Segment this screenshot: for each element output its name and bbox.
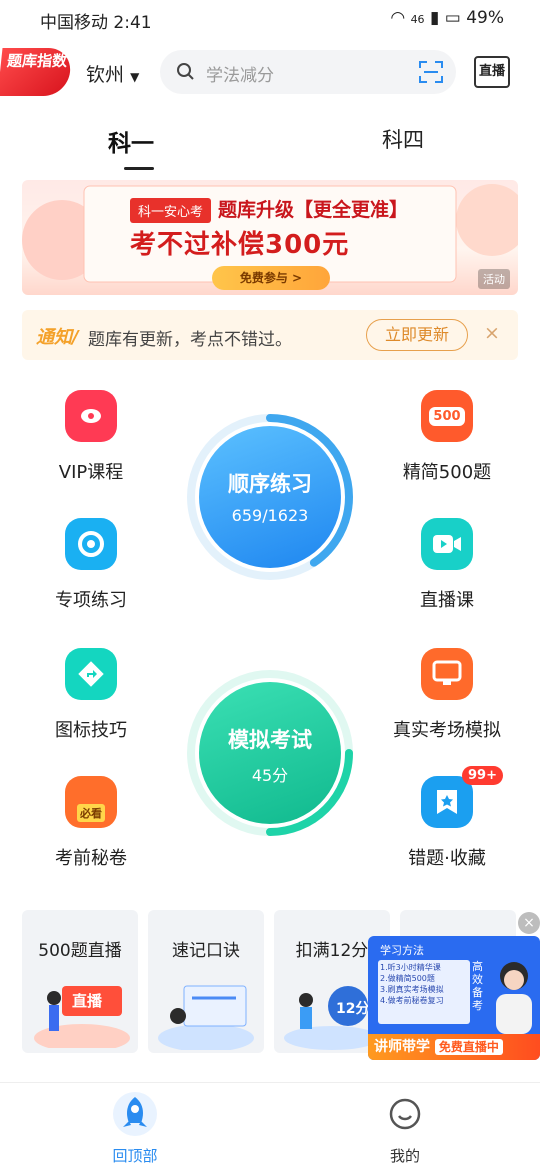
float-footer-a: 讲师带学 (374, 1039, 430, 1055)
star-icon (421, 776, 473, 828)
mistakes-favorites-item[interactable]: 99+ 错题·收藏 (392, 766, 503, 886)
monitor-icon (421, 648, 473, 700)
nav-mine[interactable]: 我的 (355, 1091, 455, 1165)
banner-activity-badge: 活动 (478, 269, 510, 289)
float-line: 4.做考前秘卷复习 (380, 996, 444, 1005)
status-bar: 中国移动 2:41 ◠ 46 ▮ ▭ 49% (0, 0, 540, 38)
paper-icon: 必看 (65, 776, 117, 828)
item-label: VIP课程 (58, 462, 124, 483)
practice-progress: 659/1623 (231, 506, 309, 525)
caret-down-icon: ▼ (130, 70, 140, 84)
vip-course-item[interactable]: VIP课程 (36, 390, 146, 500)
item-label: 精简500题 (402, 462, 492, 483)
500-icon: 500 (421, 390, 473, 442)
header: 题库指数 钦州 ▼ 学法减分 直播 (0, 44, 540, 104)
simplified-500-item[interactable]: 500 精简500题 (392, 390, 502, 500)
city-selector[interactable]: 钦州 ▼ (86, 60, 139, 87)
search-placeholder: 学法减分 (206, 66, 274, 86)
nav-back-to-top[interactable]: 回顶部 (85, 1091, 185, 1165)
update-now-button[interactable]: 立即更新 (366, 319, 468, 351)
card-title: 500题直播 (38, 941, 122, 961)
search-icon (177, 63, 194, 80)
exam-title: 模拟考试 (228, 728, 312, 752)
network-label: 46 (410, 13, 425, 26)
item-label: 真实考场模拟 (393, 720, 501, 741)
float-close-icon[interactable]: × (518, 912, 540, 934)
float-footer-b: 免费直播中 (434, 1039, 503, 1055)
promo-banner[interactable]: 科一安心考 题库升级【更全更准】 考不过补偿300元 免费参与 > 活动 (22, 180, 518, 295)
subject-tabs: 科一 科四 (0, 118, 540, 170)
500-label: 500 (429, 406, 465, 426)
scan-icon[interactable] (418, 60, 444, 84)
item-label: 考前秘卷 (55, 848, 127, 869)
item-label: 专项练习 (55, 590, 127, 611)
target-icon (65, 518, 117, 570)
practice-title: 顺序练习 (228, 472, 312, 496)
real-exam-sim-item[interactable]: 真实考场模拟 (392, 648, 502, 758)
nav-label: 回顶部 (112, 1147, 158, 1165)
count-badge: 99+ (462, 766, 503, 785)
live-art-label: 直播 (72, 992, 103, 1010)
carrier-time: 中国移动 2:41 (40, 13, 152, 33)
nav-label: 我的 (389, 1147, 420, 1165)
study-illustration (158, 985, 254, 1050)
arrow-icon (65, 648, 117, 700)
sign-tips-item[interactable]: 图标技巧 (36, 648, 146, 758)
banner-title: 题库升级【更全更准】 (218, 199, 409, 221)
special-practice-item[interactable]: 专项练习 (36, 518, 146, 628)
tab-ke1[interactable]: 科一 (108, 124, 154, 170)
bottom-nav: 回顶部 我的 (0, 1082, 540, 1170)
brand-logo[interactable]: 题库指数 (0, 48, 73, 96)
live-course-item[interactable]: 直播课 (392, 518, 502, 628)
card-mnemonics[interactable]: 速记口诀 (148, 910, 264, 1053)
card-title: 速记口诀 (172, 941, 240, 961)
float-header: 学习方法 (380, 944, 424, 957)
card-500-live[interactable]: 500题直播 直播 (22, 910, 138, 1053)
live-promo-float[interactable]: 学习方法 1.听3小时精华课 2.做精简500题 3.刷真实考场模拟 4.做考前… (368, 936, 540, 1060)
notice-text: 题库有更新，考点不错过。 (88, 330, 292, 350)
item-label: 图标技巧 (55, 720, 127, 741)
banner-headline: 考不过补偿300元 (130, 230, 350, 260)
pre-exam-paper-item[interactable]: 必看 考前秘卷 (36, 776, 146, 886)
sequential-practice-button[interactable]: 顺序练习 659/1623 (185, 412, 355, 582)
search-bar[interactable]: 学法减分 (160, 50, 456, 94)
battery-level: 49% (466, 8, 504, 28)
live-illustration (34, 986, 130, 1048)
vip-icon (65, 390, 117, 442)
float-line: 2.做精简500题 (380, 974, 435, 983)
banner-join-button[interactable]: 免费参与 > (212, 266, 330, 290)
mock-exam-button[interactable]: 模拟考试 45分 (185, 668, 355, 838)
battery-icon: ▭ (444, 8, 461, 28)
update-notice: 通知/ 题库有更新，考点不错过。 立即更新 × (22, 310, 518, 360)
city-label: 钦州 (86, 64, 125, 86)
item-label: 错题·收藏 (408, 848, 486, 869)
teacher-avatar (496, 962, 532, 1034)
live-icon (421, 518, 473, 570)
exam-score: 45分 (251, 766, 289, 785)
banner-tag: 科一安心考 (130, 198, 212, 223)
close-icon[interactable]: × (484, 322, 500, 344)
float-line: 3.刷真实考场模拟 (380, 985, 444, 994)
tab-ke4[interactable]: 科四 (382, 124, 424, 154)
item-label: 直播课 (420, 590, 474, 611)
must-see-tag: 必看 (77, 804, 105, 822)
notice-tag: 通知/ (36, 327, 79, 348)
rocket-icon (113, 1092, 157, 1136)
float-side-text: 高效备考 (472, 960, 483, 1012)
float-line: 1.听3小时精华课 (380, 963, 441, 972)
wifi-icon: ◠ (390, 8, 406, 28)
live-button[interactable]: 直播 (474, 56, 510, 88)
points-art-label: 12分 (336, 1001, 370, 1017)
smile-icon (389, 1098, 421, 1130)
signal-icon: ▮ (429, 8, 440, 28)
float-board: 1.听3小时精华课 2.做精简500题 3.刷真实考场模拟 4.做考前秘卷复习 (378, 960, 470, 1024)
